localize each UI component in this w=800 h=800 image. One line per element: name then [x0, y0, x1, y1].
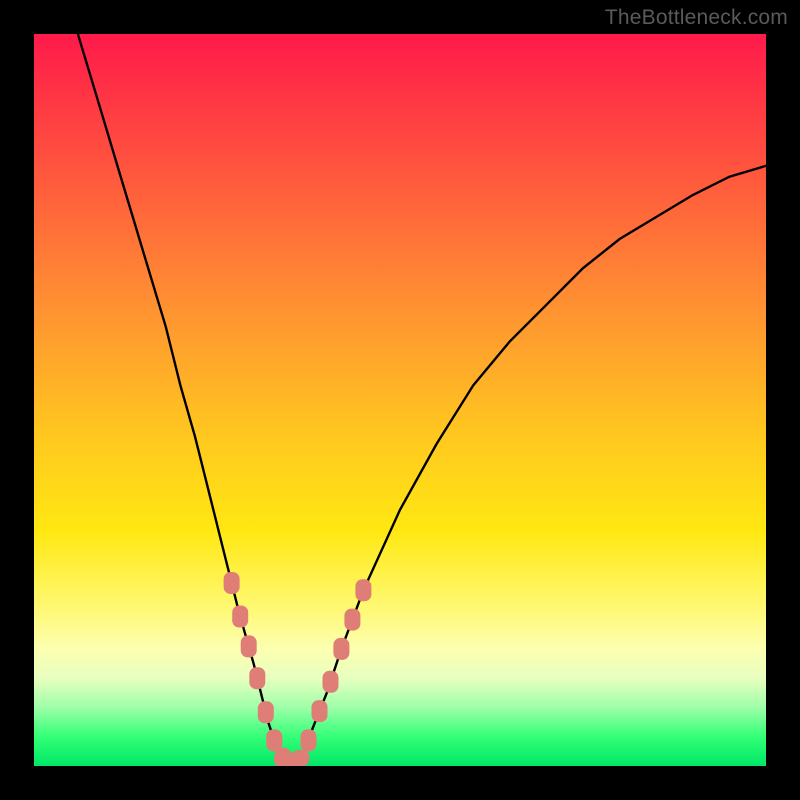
- highlight-dot: [224, 572, 240, 594]
- watermark-text: TheBottleneck.com: [605, 6, 788, 30]
- highlight-dot: [291, 750, 309, 766]
- highlight-dot: [312, 700, 328, 722]
- highlight-dot: [344, 609, 360, 631]
- highlight-dot: [258, 701, 274, 723]
- chart-frame: TheBottleneck.com: [0, 0, 800, 800]
- highlight-dots: [224, 572, 372, 766]
- highlight-dot: [249, 667, 265, 689]
- plot-area: [34, 34, 766, 766]
- highlight-dot: [323, 671, 339, 693]
- highlight-dot: [232, 606, 248, 628]
- highlight-dot: [241, 635, 257, 657]
- highlight-dot: [355, 579, 371, 601]
- highlight-dot: [333, 638, 349, 660]
- highlight-dot: [301, 729, 317, 751]
- bottleneck-chart-svg: [34, 34, 766, 766]
- bottleneck-curve: [78, 34, 766, 766]
